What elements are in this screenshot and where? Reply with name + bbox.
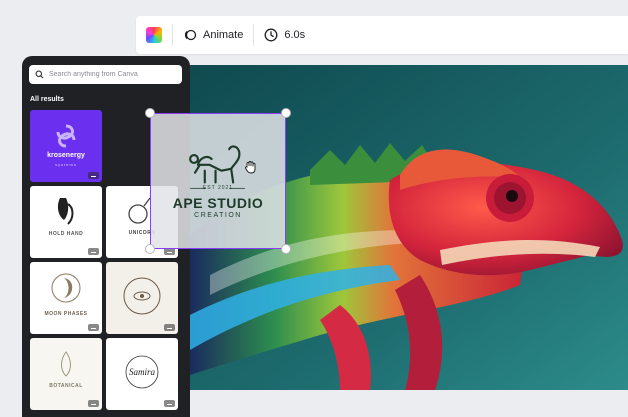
thumbnail-title: krosenergy [47, 152, 85, 159]
duration-label: 6.0s [284, 29, 306, 41]
template-thumbnail[interactable] [106, 262, 178, 334]
monkey-icon [189, 145, 245, 189]
logo-title: APE STUDIO [172, 195, 264, 211]
thumbnail-title: MOON PHASES [44, 311, 88, 317]
logo-subtitle: CREATION [194, 212, 242, 219]
premium-crown-icon [88, 172, 99, 179]
animate-label: Animate [203, 29, 244, 41]
resize-handle-top-right[interactable] [281, 108, 291, 118]
selected-logo-element[interactable]: EST 2021 APE STUDIO CREATION [145, 108, 291, 254]
template-thumbnail[interactable]: MOON PHASES [30, 262, 102, 334]
premium-crown-icon [164, 324, 175, 331]
section-title: All results [30, 96, 64, 103]
resize-handle-top-left[interactable] [145, 108, 155, 118]
template-thumbnail[interactable]: HOLD HAND [30, 186, 102, 258]
resize-handle-bottom-left[interactable] [145, 244, 155, 254]
toolbar-divider [253, 24, 255, 46]
template-thumbnail[interactable]: krosenergy systems [30, 110, 102, 182]
thumbnail-subtitle: systems [55, 162, 77, 167]
logo-est-text: EST 2021 [202, 185, 234, 191]
duration-button[interactable]: 6.0s [264, 28, 305, 42]
search-icon [35, 66, 44, 84]
template-thumbnail[interactable]: Samira [106, 338, 178, 410]
thumbnail-title: Samira [128, 367, 155, 377]
editor-toolbar: Animate 6.0s [136, 16, 628, 54]
premium-crown-icon [164, 400, 175, 407]
thumbnail-title: BOTANICAL [49, 383, 83, 389]
premium-crown-icon [88, 248, 99, 255]
toolbar-divider [172, 24, 173, 46]
thumbnail-title: HOLD HAND [48, 231, 84, 237]
hand-cursor-icon [243, 160, 257, 179]
template-thumbnail[interactable]: BOTANICAL [30, 338, 102, 410]
search-box[interactable] [29, 65, 182, 84]
animate-button[interactable]: Animate [183, 28, 243, 42]
animate-icon [183, 28, 197, 42]
resize-handle-bottom-right[interactable] [281, 244, 291, 254]
color-palette-icon[interactable] [146, 27, 162, 43]
premium-crown-icon [88, 400, 99, 407]
premium-crown-icon [164, 248, 175, 255]
premium-crown-icon [88, 324, 99, 331]
search-input[interactable] [49, 71, 179, 78]
clock-icon [264, 28, 278, 42]
